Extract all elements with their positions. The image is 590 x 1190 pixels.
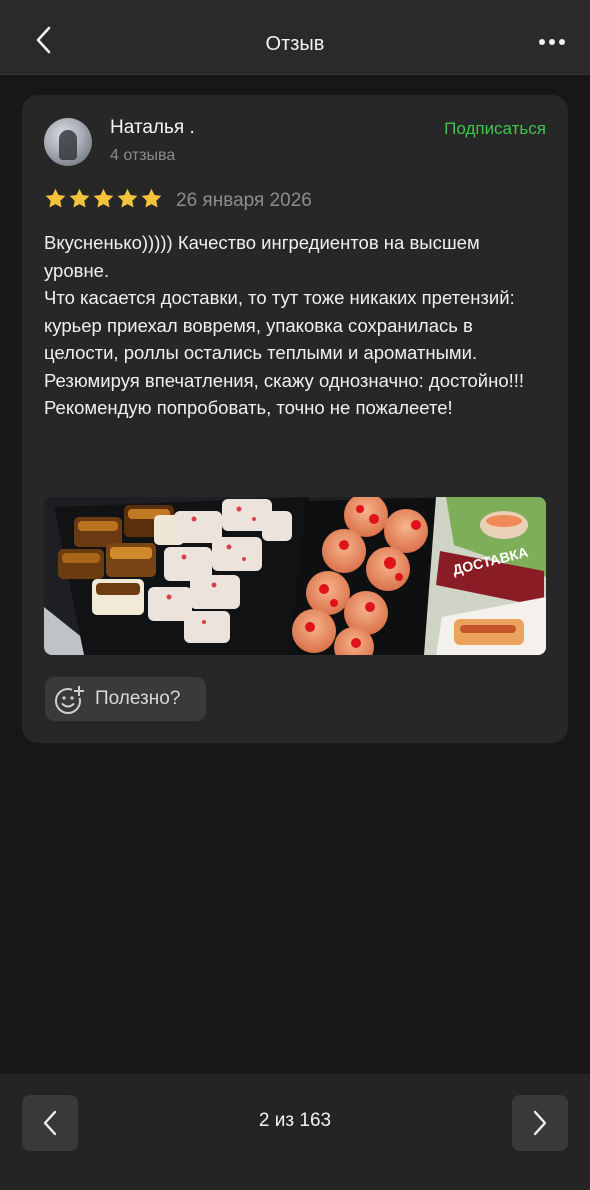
chevron-right-icon xyxy=(533,1110,547,1136)
more-dots-icon xyxy=(539,39,545,45)
more-dot xyxy=(559,39,565,45)
pager-bar: 2 из 163 xyxy=(0,1074,590,1190)
review-text: Вкусненько))))) Качество ингредиентов на… xyxy=(44,229,549,422)
review-date: 26 января 2026 xyxy=(176,190,312,211)
review-paragraph: Что касается доставки, то тут тоже никак… xyxy=(44,287,515,363)
star-icon xyxy=(93,188,114,208)
chevron-left-icon xyxy=(36,26,51,54)
more-dot xyxy=(549,39,555,45)
review-card: Наталья . 4 отзыва Подписаться 26 января… xyxy=(22,95,568,743)
more-button[interactable] xyxy=(534,22,570,62)
review-photo[interactable]: ДОСТАВКА xyxy=(44,497,546,655)
review-paragraph: Вкусненько))))) Качество ингредиентов на… xyxy=(44,232,480,281)
review-paragraph: Резюмируя впечатления, скажу однозначно:… xyxy=(44,369,525,419)
rating-stars xyxy=(44,187,163,210)
useful-button[interactable]: Полезно? xyxy=(45,677,206,721)
avatar[interactable] xyxy=(44,118,92,166)
page-title: Отзыв xyxy=(265,33,325,55)
star-icon xyxy=(117,188,138,208)
add-reaction-icon xyxy=(55,684,86,714)
next-review-button[interactable] xyxy=(512,1095,568,1151)
star-icon xyxy=(141,188,162,208)
avatar-figure xyxy=(59,130,77,160)
subscribe-button[interactable]: Подписаться xyxy=(444,119,546,139)
sushi-photo-image: ДОСТАВКА xyxy=(44,497,546,655)
back-button[interactable] xyxy=(22,18,66,62)
useful-label: Полезно? xyxy=(95,688,181,709)
author-reviews-count: 4 отзыва xyxy=(110,147,176,164)
star-icon xyxy=(45,188,66,208)
star-icon xyxy=(69,188,90,208)
review-counter: 2 из 163 xyxy=(258,1110,332,1131)
top-bar: Отзыв xyxy=(0,0,590,75)
author-name[interactable]: Наталья . xyxy=(110,117,195,139)
